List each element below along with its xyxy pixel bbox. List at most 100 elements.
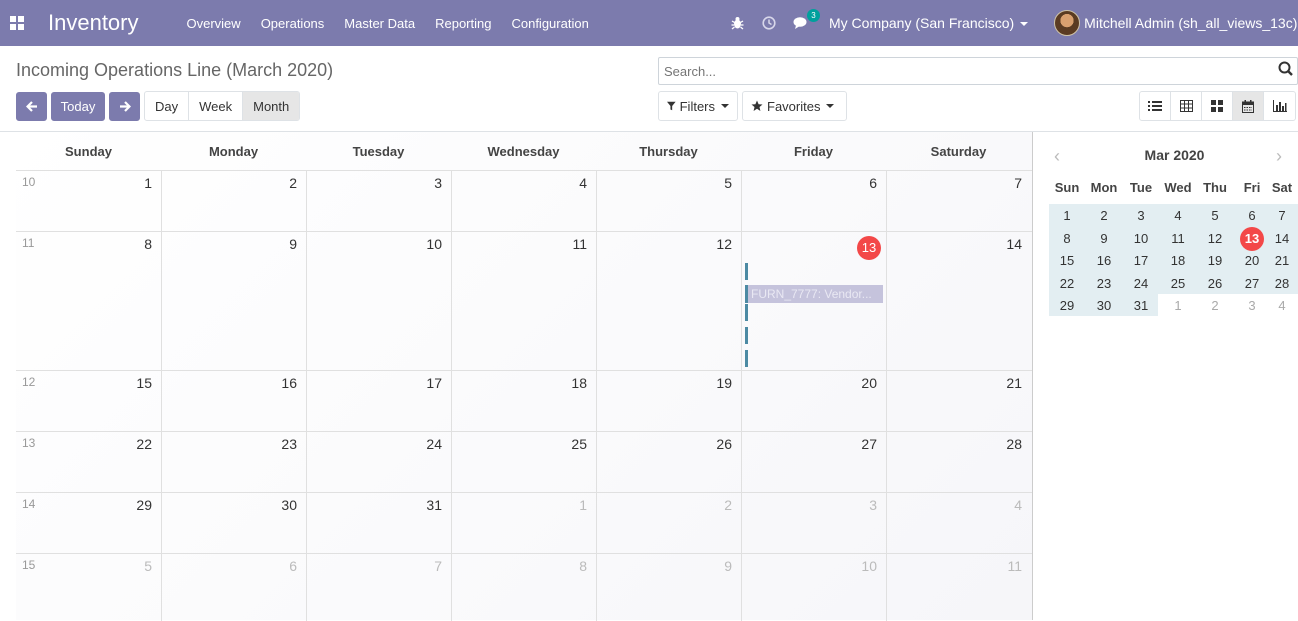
day-cell[interactable]: 21 xyxy=(886,371,1031,432)
mini-day[interactable]: 8 xyxy=(1049,228,1085,250)
mini-day[interactable]: 21 xyxy=(1264,250,1298,272)
apps-menu-icon[interactable] xyxy=(10,16,24,30)
day-cell[interactable]: 27 xyxy=(741,432,886,493)
prev-period-button[interactable] xyxy=(16,92,47,121)
mini-day[interactable]: 12 xyxy=(1197,228,1233,250)
mini-day[interactable]: 24 xyxy=(1123,273,1159,295)
day-cell[interactable]: 8 xyxy=(16,232,161,371)
mini-day[interactable]: 2 xyxy=(1086,205,1122,227)
day-cell[interactable]: 13 FURN_7777: Vendor... xyxy=(741,232,886,371)
day-cell[interactable]: 12 xyxy=(596,232,741,371)
calendar-event[interactable] xyxy=(745,327,748,344)
mini-day[interactable]: 10 xyxy=(1123,228,1159,250)
graph-view-button[interactable] xyxy=(1264,92,1295,120)
calendar-event[interactable] xyxy=(745,304,748,321)
day-cell[interactable]: 15 xyxy=(16,371,161,432)
day-cell[interactable]: 22 xyxy=(16,432,161,493)
chevron-right-icon[interactable]: › xyxy=(1276,146,1282,167)
mini-day[interactable]: 25 xyxy=(1160,273,1196,295)
mini-day[interactable]: 11 xyxy=(1160,228,1196,250)
calendar-event[interactable] xyxy=(745,263,748,280)
day-cell[interactable]: 1 xyxy=(451,493,596,554)
mini-day[interactable]: 18 xyxy=(1160,250,1196,272)
mini-day[interactable]: 4 xyxy=(1264,295,1298,317)
mini-day[interactable]: 14 xyxy=(1264,228,1298,250)
scale-month-button[interactable]: Month xyxy=(243,92,300,120)
search-icon[interactable] xyxy=(1278,61,1293,81)
company-switcher[interactable]: My Company (San Francisco) xyxy=(829,15,1029,31)
day-cell[interactable]: 4 xyxy=(451,171,596,232)
day-cell[interactable]: 19 xyxy=(596,371,741,432)
day-cell[interactable]: 2 xyxy=(596,493,741,554)
day-cell[interactable]: 24 xyxy=(306,432,451,493)
mini-day[interactable]: 23 xyxy=(1086,273,1122,295)
day-cell[interactable]: 5 xyxy=(596,171,741,232)
scale-day-button[interactable]: Day xyxy=(145,92,190,120)
day-cell[interactable]: 14 xyxy=(886,232,1031,371)
day-cell[interactable]: 25 xyxy=(451,432,596,493)
calendar-event[interactable]: FURN_7777: Vendor... xyxy=(745,285,883,303)
mini-day[interactable]: 19 xyxy=(1197,250,1233,272)
day-cell[interactable]: 9 xyxy=(161,232,306,371)
mini-day[interactable]: 7 xyxy=(1264,205,1298,227)
mini-day[interactable]: 2 xyxy=(1197,295,1233,317)
calendar-view-button[interactable] xyxy=(1233,92,1264,120)
day-cell[interactable]: 17 xyxy=(306,371,451,432)
day-cell[interactable]: 26 xyxy=(596,432,741,493)
day-cell[interactable]: 9 xyxy=(596,554,741,621)
day-cell[interactable]: 10 xyxy=(741,554,886,621)
mini-day[interactable]: 9 xyxy=(1086,228,1122,250)
mini-day[interactable]: 1 xyxy=(1160,295,1196,317)
user-menu[interactable]: Mitchell Admin (sh_all_views_13c) xyxy=(1084,15,1297,31)
day-cell[interactable]: 3 xyxy=(306,171,451,232)
bug-icon[interactable] xyxy=(729,15,745,31)
day-cell[interactable]: 23 xyxy=(161,432,306,493)
day-cell[interactable]: 3 xyxy=(741,493,886,554)
day-cell[interactable]: 4 xyxy=(886,493,1031,554)
day-cell[interactable]: 7 xyxy=(306,554,451,621)
day-cell[interactable]: 20 xyxy=(741,371,886,432)
day-cell[interactable]: 5 xyxy=(16,554,161,621)
list-view-button[interactable] xyxy=(1140,92,1171,120)
day-cell[interactable]: 1 xyxy=(16,171,161,232)
mini-day[interactable]: 3 xyxy=(1123,205,1159,227)
day-cell[interactable]: 10 xyxy=(306,232,451,371)
mini-day[interactable]: 31 xyxy=(1123,295,1159,317)
mini-day[interactable]: 26 xyxy=(1197,273,1233,295)
calendar-event[interactable] xyxy=(745,350,748,367)
favorites-button[interactable]: Favorites xyxy=(742,91,847,121)
menu-overview[interactable]: Overview xyxy=(187,16,241,31)
search-input[interactable] xyxy=(659,63,1278,79)
day-cell[interactable]: 2 xyxy=(161,171,306,232)
mini-day[interactable]: 17 xyxy=(1123,250,1159,272)
day-cell[interactable]: 29 xyxy=(16,493,161,554)
user-avatar[interactable] xyxy=(1054,10,1081,36)
mini-day[interactable]: 28 xyxy=(1264,273,1298,295)
kanban-view-button[interactable] xyxy=(1202,92,1233,120)
day-cell[interactable]: 7 xyxy=(886,171,1031,232)
day-cell[interactable]: 30 xyxy=(161,493,306,554)
day-cell[interactable]: 18 xyxy=(451,371,596,432)
day-cell[interactable]: 11 xyxy=(886,554,1031,621)
pivot-view-button[interactable] xyxy=(1171,92,1202,120)
mini-day[interactable]: 1 xyxy=(1049,205,1085,227)
app-name[interactable]: Inventory xyxy=(48,10,139,36)
messaging-icon[interactable]: 3 xyxy=(793,9,820,31)
day-cell[interactable]: 6 xyxy=(741,171,886,232)
day-cell[interactable]: 16 xyxy=(161,371,306,432)
mini-day[interactable]: 30 xyxy=(1086,295,1122,317)
day-cell[interactable]: 8 xyxy=(451,554,596,621)
day-cell[interactable]: 6 xyxy=(161,554,306,621)
mini-day[interactable]: 16 xyxy=(1086,250,1122,272)
mini-day[interactable]: 22 xyxy=(1049,273,1085,295)
menu-operations[interactable]: Operations xyxy=(261,16,325,31)
day-cell[interactable]: 31 xyxy=(306,493,451,554)
today-button[interactable]: Today xyxy=(51,92,105,121)
menu-master-data[interactable]: Master Data xyxy=(344,16,415,31)
day-cell[interactable]: 28 xyxy=(886,432,1031,493)
mini-day[interactable]: 15 xyxy=(1049,250,1085,272)
next-period-button[interactable] xyxy=(109,92,140,121)
day-cell[interactable]: 11 xyxy=(451,232,596,371)
mini-day[interactable]: 5 xyxy=(1197,205,1233,227)
menu-configuration[interactable]: Configuration xyxy=(511,16,588,31)
